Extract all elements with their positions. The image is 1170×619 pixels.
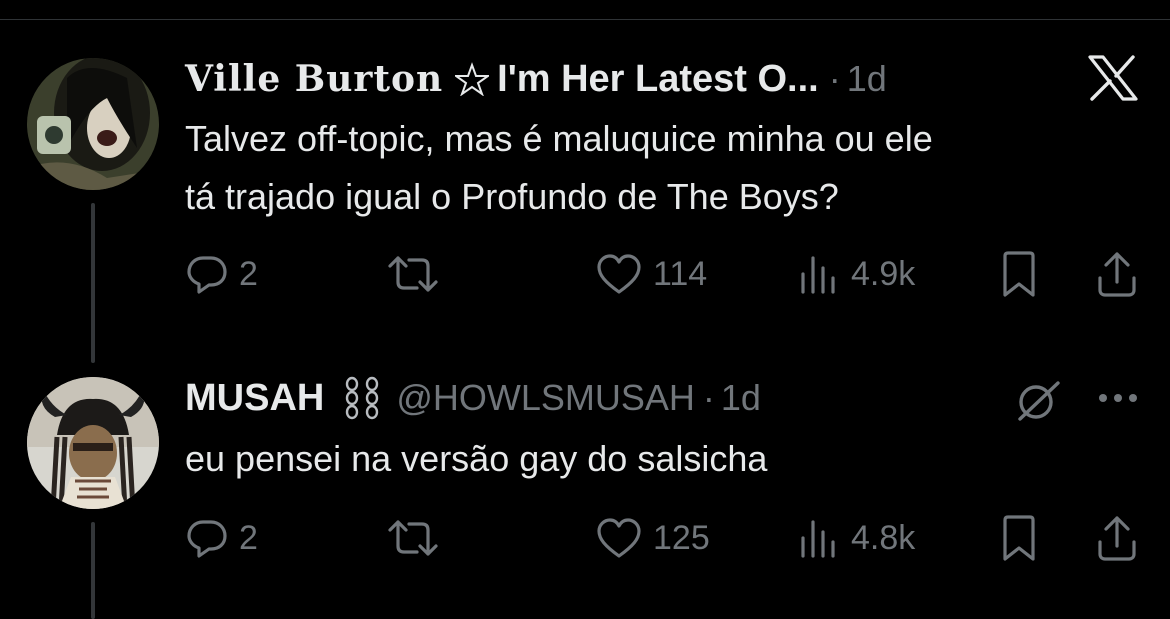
bookmark-icon [1003, 515, 1035, 561]
bookmark-button[interactable] [997, 249, 1041, 299]
separator: · [702, 377, 715, 418]
views-icon [801, 256, 835, 294]
repost-button[interactable] [385, 513, 441, 563]
share-button[interactable] [1095, 513, 1139, 563]
timestamp[interactable]: 1d [847, 58, 887, 100]
tweet-text: Talvez off-topic, mas é maluquice minha … [185, 110, 1145, 226]
tweet-text-line: tá trajado igual o Profundo de The Boys? [185, 176, 839, 217]
tweet-header: MUSAH @HOWLSMUSAH · 1d [185, 371, 761, 425]
bookmark-button[interactable] [997, 513, 1041, 563]
action-bar: 2 114 4.9k [185, 249, 1145, 299]
thread-line-lower [91, 522, 95, 619]
grok-icon[interactable] [1014, 377, 1062, 430]
reply-button[interactable]: 2 [185, 249, 258, 299]
repost-icon [388, 520, 438, 556]
bookmark-icon [1003, 251, 1035, 297]
share-icon [1098, 516, 1136, 561]
share-icon [1098, 252, 1136, 297]
repost-button[interactable] [385, 249, 441, 299]
views-button[interactable]: 4.9k [797, 249, 915, 299]
reply-count: 2 [239, 518, 258, 557]
action-bar: 2 125 4.8k [185, 513, 1145, 563]
separator: · [828, 58, 841, 99]
avatar[interactable] [27, 377, 159, 509]
top-divider [0, 19, 1170, 20]
tweet-header: Ville Burton I'm Her Latest O... · 1d [185, 52, 887, 106]
handle[interactable]: @HOWLSMUSAH [396, 377, 695, 419]
more-options-icon[interactable] [1097, 391, 1139, 409]
views-count: 4.9k [851, 254, 916, 293]
repost-icon [388, 256, 438, 292]
display-name-suffix[interactable]: I'm Her Latest O... [497, 58, 819, 101]
tweet-text-line: Talvez off-topic, mas é maluquice minha … [185, 118, 933, 159]
like-count: 114 [653, 254, 708, 293]
pentagram-icon [455, 62, 490, 96]
thread-line-upper [91, 203, 95, 363]
views-button[interactable]: 4.8k [797, 513, 915, 563]
views-count: 4.8k [851, 518, 916, 557]
heart-icon [597, 254, 641, 294]
like-count: 125 [653, 518, 710, 557]
tweet-text: eu pensei na versão gay do salsicha [185, 438, 768, 479]
share-button[interactable] [1095, 249, 1139, 299]
x-logo-icon[interactable] [1087, 55, 1139, 106]
reply-icon [187, 256, 227, 294]
heart-icon [597, 518, 641, 558]
views-icon [801, 520, 835, 558]
like-button[interactable]: 114 [595, 249, 707, 299]
chain-icon [342, 376, 382, 420]
like-button[interactable]: 125 [595, 513, 710, 563]
timestamp[interactable]: 1d [721, 377, 761, 419]
reply-count: 2 [239, 254, 258, 293]
reply-icon [187, 520, 227, 558]
display-name[interactable]: MUSAH [185, 377, 324, 420]
reply-button[interactable]: 2 [185, 513, 258, 563]
display-name[interactable]: Ville Burton [185, 58, 443, 100]
avatar[interactable] [27, 58, 159, 190]
